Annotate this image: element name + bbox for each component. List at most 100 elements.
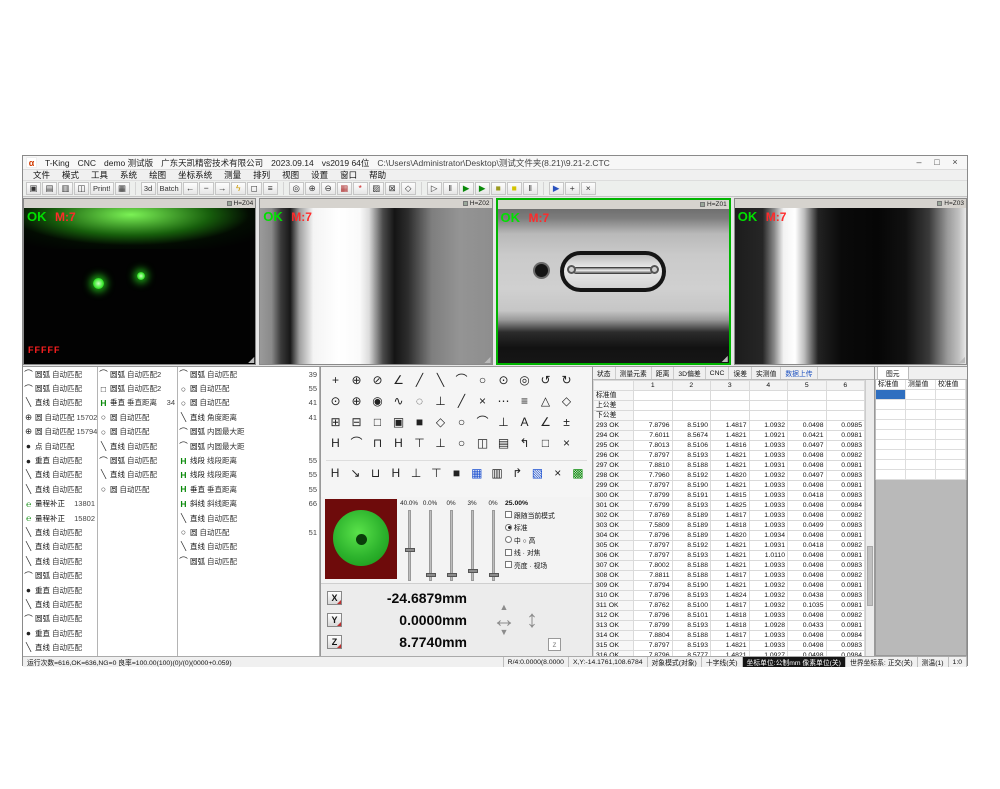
measure-item[interactable]: ●重直自动匹配 [23, 453, 97, 467]
slider-thumb[interactable] [489, 573, 499, 577]
toolbar-view-3d-button[interactable]: 3d [141, 182, 156, 195]
measure-item[interactable]: ╲直线自动匹配 [23, 396, 97, 410]
table-row[interactable]: 304 OK7.87968.51891.48201.09340.04980.09… [594, 531, 865, 541]
toolbar-close-box-button[interactable]: ⊠ [385, 182, 400, 195]
tool-icon[interactable]: ⊕ [347, 371, 366, 389]
table-row[interactable]: 298 OK7.79608.51921.48201.09320.04970.09… [594, 471, 865, 481]
tool-icon[interactable]: ⊙ [326, 392, 345, 410]
resize-handle-icon[interactable]: ◢ [248, 355, 254, 364]
table-row[interactable]: 312 OK7.87968.51011.48181.09330.04980.09… [594, 611, 865, 621]
table-row[interactable]: 315 OK7.87978.51931.48211.09330.04980.09… [594, 641, 865, 651]
table-tab-7[interactable]: 实测值 [752, 367, 781, 379]
tool-icon[interactable]: ◇ [557, 392, 576, 410]
tool-icon[interactable]: ⊕ [347, 392, 366, 410]
measure-item[interactable]: ○圆自动匹配 [98, 425, 177, 439]
camera-view-2[interactable]: H=Z02 OK M:7 ◢ [259, 198, 492, 365]
toolbar-save-all-button[interactable]: ◫ [74, 182, 89, 195]
resize-handle-icon[interactable]: ◢ [722, 354, 728, 363]
tool-icon[interactable]: ⊙ [494, 371, 513, 389]
toolbar-pause-button[interactable]: ‖ [443, 182, 458, 195]
toolbar-new-button[interactable]: ▣ [26, 182, 41, 195]
table-row[interactable]: 314 OK7.88048.51881.48171.09330.04980.09… [594, 631, 865, 641]
tool-icon[interactable]: ▤ [494, 434, 513, 452]
tool-icon[interactable]: ⌒ [473, 413, 492, 431]
camera-view-1[interactable]: H=Z04 OK M:7 FFFFF ◢ [23, 198, 256, 365]
measure-item[interactable]: ○圆自动匹配51 [178, 525, 319, 539]
tool-icon[interactable]: ⊤ [410, 434, 429, 452]
tool-icon[interactable]: ↺ [536, 371, 555, 389]
tool-icon[interactable]: ○ [473, 371, 492, 389]
camera-image-3[interactable]: OK M:7 ◢ [498, 209, 729, 363]
tool-icon[interactable]: ◇ [431, 413, 450, 431]
tool-icon[interactable]: ↰ [515, 434, 534, 452]
measure-item[interactable]: ⌒圆弧自动匹配 [23, 381, 97, 395]
tool-icon[interactable]: △ [536, 392, 555, 410]
light-option[interactable]: 线 · 对焦 [505, 547, 555, 557]
slider-track[interactable] [450, 510, 453, 581]
tool-icon[interactable]: ⊥ [431, 434, 450, 452]
tool-icon[interactable]: ⌒ [347, 434, 366, 452]
light-intensity-slider[interactable]: 0% [486, 500, 500, 581]
toolbar-step-run-button[interactable]: ▷ [427, 182, 442, 195]
measure-item[interactable]: H斜线斜线距离66 [178, 497, 319, 511]
toolbar-zoom-fit-button[interactable]: ◎ [289, 182, 304, 195]
tool-icon[interactable]: ╱ [410, 371, 429, 389]
measure-item[interactable]: ⌒圆弧自动匹配 [23, 612, 97, 626]
measure-item[interactable]: ╲直线自动匹配 [23, 540, 97, 554]
tool-icon[interactable]: ⋯ [494, 392, 513, 410]
table-row[interactable]: 316 OK7.87968.57771.48211.09270.04980.09… [594, 651, 865, 657]
resize-handle-icon[interactable]: ◢ [484, 355, 490, 364]
tool-icon[interactable]: ⊔ [366, 464, 384, 482]
tool-icon[interactable]: ■ [410, 413, 429, 431]
tool-icon[interactable]: ○ [452, 413, 471, 431]
radio-icon[interactable] [505, 536, 512, 543]
toolbar-open-button[interactable]: ▤ [42, 182, 57, 195]
toolbar-center-button[interactable]: − [199, 182, 214, 195]
tool-icon[interactable]: ⊘ [368, 371, 387, 389]
ring-light-preview[interactable] [325, 499, 397, 579]
menu-item[interactable]: 视图 [276, 169, 305, 181]
tool-icon[interactable]: ⊓ [368, 434, 387, 452]
slider-track[interactable] [492, 510, 495, 581]
toolbar-report-grid-button[interactable]: ▦ [115, 182, 130, 195]
tool-icon[interactable]: ↻ [557, 371, 576, 389]
table-row[interactable]: 297 OK7.88108.51881.48211.09310.04980.09… [594, 461, 865, 471]
menu-item[interactable]: 模式 [56, 169, 85, 181]
table-row[interactable]: 293 OK7.87968.51901.48171.09320.04980.09… [594, 421, 865, 431]
measure-item[interactable]: □圆弧自动匹配2 [98, 381, 177, 395]
tool-icon[interactable]: ∠ [389, 371, 408, 389]
tool-icon[interactable]: ⊥ [407, 464, 425, 482]
toolbar-mark-star-button[interactable]: * [353, 182, 368, 195]
table-row[interactable]: 301 OK7.67998.51931.48251.09330.04980.09… [594, 501, 865, 511]
measure-item[interactable]: ╲直线自动匹配 [23, 554, 97, 568]
resize-handle-icon[interactable]: ◢ [959, 355, 965, 364]
measure-item[interactable]: ╲直线自动匹配 [178, 511, 319, 525]
tool-icon[interactable]: ╲ [431, 371, 450, 389]
y-axis-zero-button[interactable]: Y [327, 613, 342, 627]
tool-icon[interactable]: × [473, 392, 492, 410]
light-option[interactable]: 中 ○ 高 [505, 535, 555, 545]
camera-image-2[interactable]: OK M:7 ◢ [260, 208, 491, 364]
tool-icon[interactable]: ▣ [389, 413, 408, 431]
close-button[interactable]: × [946, 156, 964, 169]
measure-item[interactable]: H线段线段距离55 [178, 453, 319, 467]
camera-view-4[interactable]: H=Z03 OK M:7 ◢ [734, 198, 967, 365]
toolbar-pause-2-button[interactable]: ‖ [523, 182, 538, 195]
measure-item[interactable]: ○圆自动匹配 [98, 482, 177, 496]
measure-item[interactable]: ⌒圆弧自动匹配2 [98, 367, 177, 381]
menu-item[interactable]: 工具 [85, 169, 114, 181]
toolbar-stop-yellow-button[interactable]: ■ [507, 182, 522, 195]
minimize-button[interactable]: – [910, 156, 928, 169]
toolbar-hatch-button[interactable]: ▨ [369, 182, 384, 195]
camera-view-3-selected[interactable]: H=Z01 OK M:7 ◢ [496, 198, 731, 365]
toolbar-color-grid-button[interactable]: ▦ [337, 182, 352, 195]
measure-item[interactable]: ╲直线自动匹配 [23, 597, 97, 611]
tool-icon[interactable]: ╱ [452, 392, 471, 410]
table-row[interactable]: 299 OK7.87978.51901.48211.09330.04980.09… [594, 481, 865, 491]
menu-item[interactable]: 排列 [247, 169, 276, 181]
light-option[interactable]: 标准 [505, 522, 555, 532]
measure-item[interactable]: ⊕圆自动匹配15794 [23, 425, 97, 439]
maximize-button[interactable]: □ [928, 156, 946, 169]
measure-item[interactable]: H线段线段距离55 [178, 468, 319, 482]
measure-item[interactable]: ╲直线自动匹配 [23, 482, 97, 496]
